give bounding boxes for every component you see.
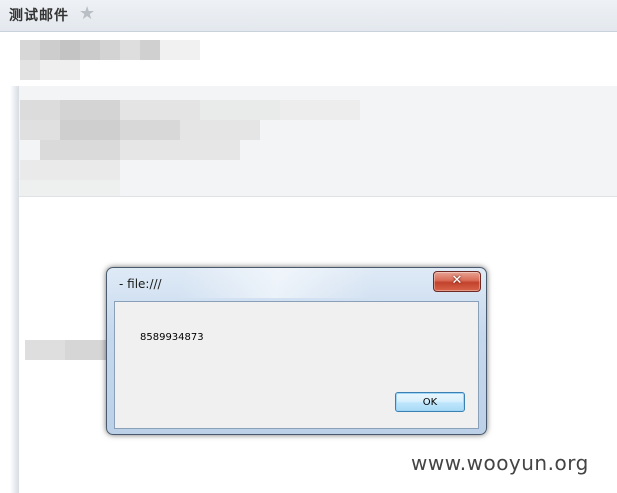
alert-dialog: - file:/// ✕ 8589934873 OK xyxy=(106,267,487,435)
redacted-sender-block xyxy=(20,60,40,80)
redacted-content-block xyxy=(180,120,260,140)
redacted-sender-block xyxy=(80,40,100,60)
redacted-content-block xyxy=(60,120,120,140)
redacted-sender-block xyxy=(60,40,80,60)
redacted-sender-block xyxy=(120,40,140,60)
redacted-sender-block xyxy=(40,40,60,60)
email-subject-title: 测试邮件 xyxy=(9,8,69,24)
star-icon[interactable]: ★ xyxy=(79,3,95,24)
redacted-content-block xyxy=(200,100,280,120)
ok-button[interactable]: OK xyxy=(395,392,465,412)
redacted-sender-block xyxy=(100,40,120,60)
close-button[interactable]: ✕ xyxy=(433,271,481,292)
dialog-title: - file:/// xyxy=(119,277,162,291)
dialog-body: 8589934873 OK xyxy=(114,301,479,429)
close-icon: ✕ xyxy=(451,273,463,288)
email-subject-bar: 测试邮件 ★ xyxy=(0,0,617,32)
redacted-content-block xyxy=(120,120,180,140)
redacted-content-block xyxy=(120,100,200,120)
redacted-sender-block xyxy=(140,40,160,60)
redacted-attachment-block xyxy=(65,340,107,360)
email-view: 测试邮件 ★ - file:/// ✕ 8589934873 OK www.wo… xyxy=(0,0,617,493)
redacted-content-block xyxy=(40,140,120,160)
redacted-sender-block xyxy=(160,40,200,60)
watermark: www.wooyun.org xyxy=(411,451,589,475)
redacted-content-block xyxy=(20,120,60,140)
redacted-content-block xyxy=(60,100,120,120)
redacted-attachment-block xyxy=(25,340,65,360)
dialog-message: 8589934873 xyxy=(140,332,204,343)
redacted-content-block xyxy=(280,100,360,120)
redacted-sender-block xyxy=(40,60,80,80)
dialog-titlebar xyxy=(107,268,486,298)
left-rail xyxy=(10,86,19,493)
redacted-content-block xyxy=(20,100,60,120)
redacted-sender-block xyxy=(20,40,40,60)
redacted-content-block xyxy=(120,140,240,160)
redacted-content-block xyxy=(20,180,120,196)
redacted-content-block xyxy=(20,160,120,180)
